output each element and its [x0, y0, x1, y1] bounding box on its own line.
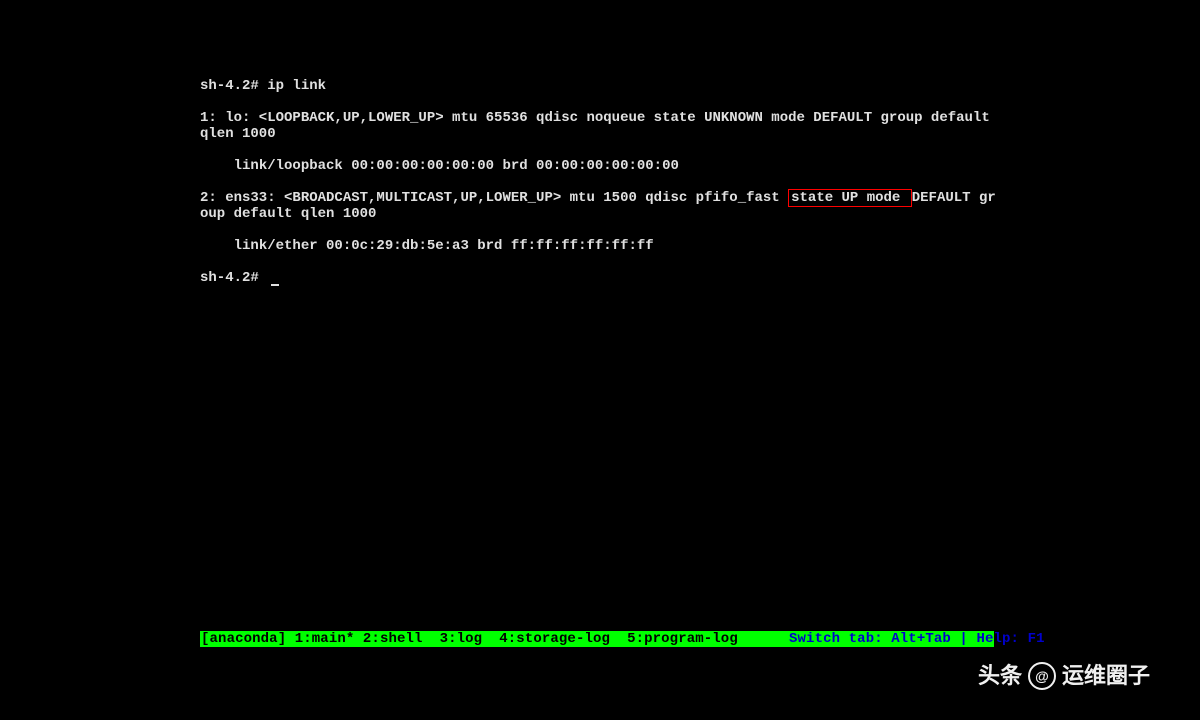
command-text: ip link	[267, 78, 326, 94]
iface-lo-link: link/loopback 00:00:00:00:00:00 brd 00:0…	[200, 158, 1000, 174]
watermark-right: 运维圈子	[1062, 668, 1150, 684]
highlight-state-up: state UP mode	[788, 189, 912, 207]
anaconda-statusbar[interactable]: [anaconda] 1:main* 2:shell 3:log 4:stora…	[200, 631, 994, 647]
watermark-left: 头条	[978, 668, 1022, 684]
cursor-icon	[271, 284, 279, 286]
shell-prompt: sh-4.2#	[200, 78, 259, 94]
iface-ens33-line: 2: ens33: <BROADCAST,MULTICAST,UP,LOWER_…	[200, 190, 1000, 222]
shell-prompt: sh-4.2#	[200, 270, 267, 286]
status-tabs[interactable]: [anaconda] 1:main* 2:shell 3:log 4:stora…	[201, 631, 738, 647]
iface-ens33-link: link/ether 00:0c:29:db:5e:a3 brd ff:ff:f…	[200, 238, 1000, 254]
terminal-output[interactable]: sh-4.2# ip link 1: lo: <LOOPBACK,UP,LOWE…	[200, 62, 1000, 302]
command-line: sh-4.2# ip link	[200, 78, 1000, 94]
watermark: 头条 @ 运维圈子	[978, 662, 1150, 690]
prompt-line: sh-4.2#	[200, 270, 1000, 286]
iface-lo-line: 1: lo: <LOOPBACK,UP,LOWER_UP> mtu 65536 …	[200, 110, 1000, 142]
status-help: Switch tab: Alt+Tab | Help: F1	[789, 631, 1045, 647]
at-icon: @	[1028, 662, 1056, 690]
